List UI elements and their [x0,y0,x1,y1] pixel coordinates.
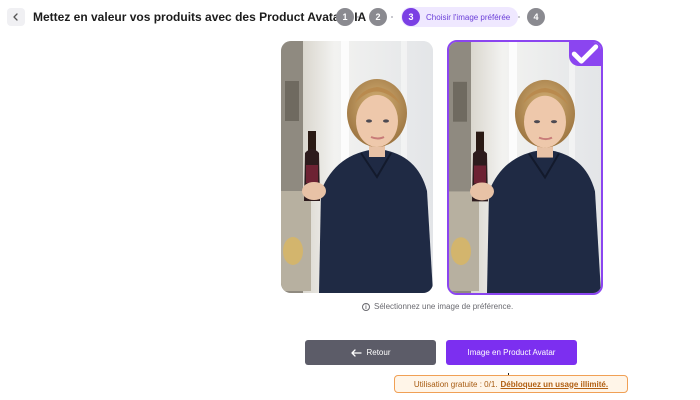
primary-button-label: Image en Product Avatar [467,348,556,357]
step-separator [356,15,360,18]
info-icon: i [362,302,370,311]
create-product-avatar-button[interactable]: Image en Product Avatar [446,340,577,365]
step-number: 1 [336,8,354,26]
chevron-left-icon [13,13,18,21]
arrow-left-icon [350,348,363,357]
step-number: 4 [527,8,545,26]
step-separator [517,15,521,18]
step-1[interactable]: 1 [336,7,354,27]
step-label: Choisir l'image préférée [426,12,511,22]
check-icon [571,44,599,64]
avatar-image [449,42,601,293]
image-option-1[interactable] [281,41,433,293]
usage-banner: Utilisation gratuite : 0/1. Débloquez un… [394,375,628,393]
step-3-active[interactable]: 3 Choisir l'image préférée [401,7,519,27]
back-button-label: Retour [366,348,391,357]
usage-text: Utilisation gratuite : 0/1. [413,379,498,389]
active-step-pill: 3 Choisir l'image préférée [401,7,519,27]
image-option-2-selected[interactable] [447,40,603,295]
step-2[interactable]: 2 [369,7,387,27]
hint-text: Sélectionnez une image de préférence. [374,302,514,311]
back-button[interactable]: Retour [305,340,436,365]
unlock-unlimited-link[interactable]: Débloquez un usage illimité. [501,380,609,389]
avatar-image [281,41,433,293]
step-separator [390,15,394,18]
selected-badge [569,42,601,66]
step-4[interactable]: 4 [527,7,545,27]
page-title: Mettez en valeur vos produits avec des P… [33,10,367,24]
step-number: 3 [402,8,420,26]
back-chevron-button[interactable] [7,8,25,26]
step-number: 2 [369,8,387,26]
selection-hint: i Sélectionnez une image de préférence. [362,302,513,311]
